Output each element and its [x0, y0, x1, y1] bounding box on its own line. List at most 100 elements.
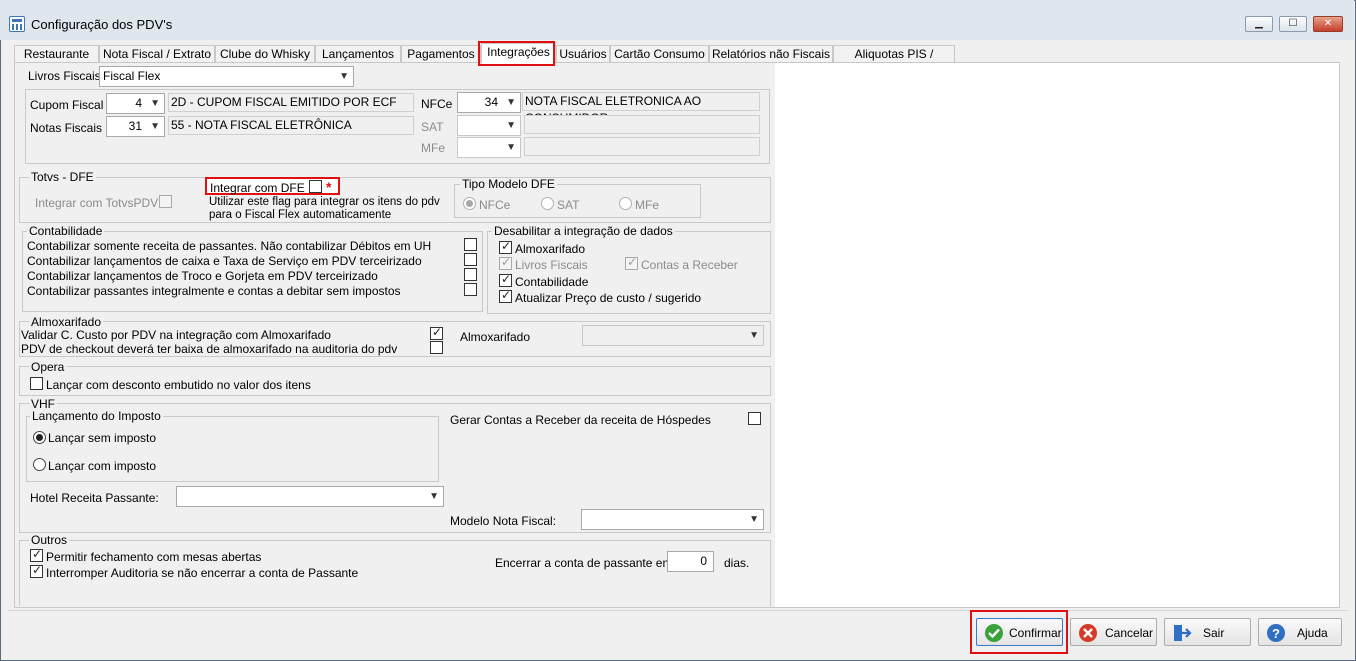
validar-ccusto-checkbox[interactable]: ✓: [430, 325, 443, 340]
sair-button[interactable]: Sair: [1164, 618, 1251, 646]
hotel-receita-select[interactable]: ▼: [176, 486, 444, 507]
cancelar-button[interactable]: Cancelar: [1070, 618, 1157, 646]
contab-item-3-label: Contabilizar lançamentos de Troco e Gorj…: [27, 269, 378, 283]
contab-item-1-checkbox[interactable]: [464, 238, 477, 251]
gerar-contas-checkbox[interactable]: [748, 412, 761, 425]
confirmar-label: Confirmar: [1009, 626, 1062, 640]
desab-atualizar-preco-checkbox[interactable]: ✓: [499, 288, 512, 303]
checkout-baixa-checkbox[interactable]: [430, 341, 443, 354]
totvs-dfe-legend: Totvs - DFE: [29, 170, 96, 184]
ajuda-label: Ajuda: [1297, 626, 1328, 640]
contab-item-3-checkbox[interactable]: [464, 268, 477, 281]
lancar-desconto-label: Lançar com desconto embutido no valor do…: [46, 378, 311, 392]
title-bar: [0, 0, 1354, 40]
desab-contas-receber-label: Contas a Receber: [641, 258, 738, 272]
chevron-down-icon: ▼: [506, 120, 516, 131]
desab-contabilidade-checkbox[interactable]: ✓: [499, 272, 512, 287]
cancelar-label: Cancelar: [1105, 626, 1154, 640]
contab-item-2-checkbox[interactable]: [464, 253, 477, 266]
help-circle-icon: ?: [1266, 623, 1286, 643]
sat-description: [524, 115, 760, 134]
opera-legend: Opera: [29, 360, 67, 374]
integrar-dfe-checkbox[interactable]: [309, 180, 322, 193]
radio-com-imposto[interactable]: [33, 458, 46, 471]
contab-item-2-label: Contabilizar lançamentos de caixa e Taxa…: [27, 254, 422, 268]
window-title: Configuração dos PDV's: [31, 17, 173, 32]
notas-fiscais-description: 55 - NOTA FISCAL ELETRÔNICA: [168, 116, 414, 135]
cupom-fiscal-label: Cupom Fiscal: [30, 98, 104, 112]
almoxarifado-select-label: Almoxarifado: [460, 330, 531, 344]
radio-sem-imposto-label: Lançar sem imposto: [48, 431, 157, 445]
chevron-down-icon: ▼: [150, 98, 160, 109]
chevron-down-icon: ▼: [749, 330, 759, 341]
permitir-fechamento-checkbox[interactable]: ✓: [30, 547, 43, 562]
checkout-baixa-label: PDV de checkout deverá ter baixa de almo…: [21, 342, 398, 356]
desab-almoxarifado-checkbox[interactable]: ✓: [499, 239, 512, 254]
interromper-auditoria-label: Interromper Auditoria se não encerrar a …: [46, 566, 359, 580]
radio-nfce-label: NFCe: [479, 198, 511, 212]
cupom-fiscal-code-select[interactable]: 4 ▼: [106, 93, 165, 114]
lancar-desconto-checkbox[interactable]: [30, 377, 43, 390]
nfce-code: 34: [484, 95, 498, 109]
radio-mfe-label: MFe: [635, 198, 659, 212]
mfe-code-select[interactable]: ▼: [457, 137, 521, 158]
radio-com-imposto-label: Lançar com imposto: [48, 459, 157, 473]
contabilidade-legend: Contabilidade: [27, 224, 105, 238]
contab-item-4-label: Contabilizar passantes integralmente e c…: [27, 284, 401, 298]
notas-fiscais-label: Notas Fiscais: [30, 121, 103, 135]
chevron-down-icon: ▼: [506, 97, 516, 108]
nfce-description: NOTA FISCAL ELETRONICA AO CONSUMIDOR: [522, 92, 760, 125]
tipo-modelo-dfe-legend: Tipo Modelo DFE: [460, 177, 557, 191]
desab-livros-fiscais-checkbox[interactable]: ✓: [499, 255, 512, 270]
contab-item-4-checkbox[interactable]: [464, 283, 477, 296]
gerar-contas-label: Gerar Contas a Receber da receita de Hós…: [450, 413, 711, 427]
svg-text:?: ?: [1272, 626, 1280, 641]
pdv-config-icon: [9, 16, 25, 32]
hotel-receita-label: Hotel Receita Passante:: [30, 491, 159, 505]
modelo-nota-select[interactable]: ▼: [581, 509, 764, 530]
desabilitar-legend: Desabilitar a integração de dados: [492, 224, 675, 238]
radio-mfe[interactable]: [619, 197, 632, 210]
radio-sem-imposto[interactable]: [33, 431, 46, 444]
permitir-fechamento-label: Permitir fechamento com mesas abertas: [46, 550, 262, 564]
radio-sat-label: SAT: [557, 198, 580, 212]
livros-fiscais-label: Livros Fiscais: [28, 69, 101, 83]
sat-label: SAT: [421, 120, 444, 134]
nfce-code-select[interactable]: 34 ▼: [457, 92, 521, 113]
radio-sat[interactable]: [541, 197, 554, 210]
lancamento-imposto-legend: Lançamento do Imposto: [30, 409, 163, 423]
livros-fiscais-select[interactable]: Fiscal Flex ▼: [99, 66, 354, 87]
encerrar-dias-input[interactable]: 0: [667, 551, 714, 572]
integrar-totvspdv-checkbox[interactable]: [159, 195, 172, 208]
chevron-down-icon: ▼: [749, 514, 759, 525]
sat-code-select[interactable]: ▼: [457, 115, 521, 136]
radio-nfce[interactable]: [463, 197, 476, 210]
required-asterisk: *: [326, 179, 332, 195]
chevron-down-icon: ▼: [429, 491, 439, 502]
notas-fiscais-code-select[interactable]: 31 ▼: [106, 116, 165, 137]
almoxarifado-select[interactable]: ▼: [582, 325, 764, 346]
maximize-button[interactable]: ☐: [1279, 16, 1307, 32]
chevron-down-icon: ▼: [150, 121, 160, 132]
highlight-integracoes-tab: [478, 41, 555, 66]
dias-label: dias.: [724, 556, 750, 570]
cupom-fiscal-description: 2D - CUPOM FISCAL EMITIDO POR ECF: [168, 93, 414, 112]
mfe-description: [524, 137, 760, 156]
confirmar-button[interactable]: Confirmar: [976, 618, 1063, 646]
ajuda-button[interactable]: ? Ajuda: [1258, 618, 1342, 646]
desab-almoxarifado-label: Almoxarifado: [515, 242, 586, 256]
exit-door-icon: [1172, 623, 1192, 643]
close-button[interactable]: ✕: [1313, 16, 1343, 32]
desab-contas-receber-checkbox[interactable]: ✓: [625, 255, 638, 270]
minimize-button[interactable]: ▁: [1245, 16, 1273, 32]
notas-fiscais-code: 31: [128, 119, 142, 133]
check-circle-icon: [984, 623, 1004, 643]
encerrar-conta-label: Encerrar a conta de passante em: [495, 556, 673, 570]
interromper-auditoria-checkbox[interactable]: ✓: [30, 563, 43, 578]
desab-contabilidade-label: Contabilidade: [515, 275, 589, 289]
outros-legend: Outros: [29, 533, 70, 547]
chevron-down-icon: ▼: [339, 71, 349, 82]
encerrar-dias-value: 0: [700, 554, 707, 568]
cancel-circle-icon: [1078, 623, 1098, 643]
mfe-label: MFe: [421, 141, 445, 155]
